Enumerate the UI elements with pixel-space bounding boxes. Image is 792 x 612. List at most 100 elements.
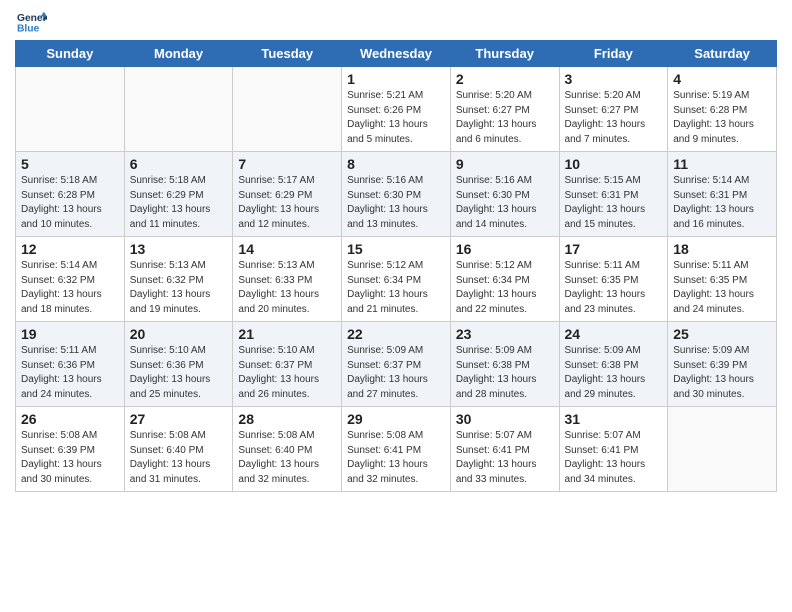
- day-number: 11: [673, 156, 771, 172]
- day-number: 26: [21, 411, 119, 427]
- day-number: 30: [456, 411, 554, 427]
- calendar-cell: 7 Sunrise: 5:17 AM Sunset: 6:29 PM Daylig…: [233, 152, 342, 237]
- calendar-cell: 15Sunrise: 5:12 AM Sunset: 6:34 PM Dayli…: [342, 237, 451, 322]
- calendar-cell: 29 Sunrise: 5:08 AM Sunset: 6:41 PM Dayli…: [342, 407, 451, 492]
- day-info: Sunrise: 5:15 AM Sunset: 6:31 PM Dayligh…: [565, 174, 663, 232]
- day-number: 7: [238, 156, 336, 172]
- calendar-cell: 5 Sunrise: 5:18 AM Sunset: 6:28 PM Daylig…: [16, 152, 125, 237]
- day-number: 29: [347, 411, 445, 427]
- day-info: Sunrise: 5:11 AM Sunset: 6:36 PM Dayligh…: [21, 344, 119, 402]
- day-number: 23: [456, 326, 554, 342]
- calendar-cell: 19 Sunrise: 5:11 AM Sunset: 6:36 PM Dayli…: [16, 322, 125, 407]
- calendar-week-row: 1Sunrise: 5:21 AM Sunset: 6:26 PM Daylig…: [16, 67, 777, 152]
- calendar-cell: [668, 407, 777, 492]
- day-number: 18: [673, 241, 771, 257]
- calendar-cell: 22 Sunrise: 5:09 AM Sunset: 6:37 PM Dayli…: [342, 322, 451, 407]
- day-info: Sunrise: 5:13 AM Sunset: 6:32 PM Dayligh…: [130, 259, 228, 317]
- calendar-cell: 1Sunrise: 5:21 AM Sunset: 6:26 PM Daylig…: [342, 67, 451, 152]
- calendar-cell: 23 Sunrise: 5:09 AM Sunset: 6:38 PM Dayli…: [450, 322, 559, 407]
- day-info: Sunrise: 5:11 AM Sunset: 6:35 PM Dayligh…: [673, 259, 771, 317]
- day-number: 5: [21, 156, 119, 172]
- day-of-week-monday: Monday: [124, 41, 233, 67]
- day-info: Sunrise: 5:09 AM Sunset: 6:38 PM Dayligh…: [456, 344, 554, 402]
- day-info: Sunrise: 5:10 AM Sunset: 6:36 PM Dayligh…: [130, 344, 228, 402]
- day-info: Sunrise: 5:21 AM Sunset: 6:26 PM Dayligh…: [347, 89, 445, 147]
- day-number: 2: [456, 71, 554, 87]
- day-number: 12: [21, 241, 119, 257]
- day-info: Sunrise: 5:10 AM Sunset: 6:37 PM Dayligh…: [238, 344, 336, 402]
- day-info: Sunrise: 5:11 AM Sunset: 6:35 PM Dayligh…: [565, 259, 663, 317]
- calendar-cell: 12 Sunrise: 5:14 AM Sunset: 6:32 PM Dayli…: [16, 237, 125, 322]
- day-of-week-sunday: Sunday: [16, 41, 125, 67]
- calendar-cell: 18 Sunrise: 5:11 AM Sunset: 6:35 PM Dayli…: [668, 237, 777, 322]
- day-info: Sunrise: 5:19 AM Sunset: 6:28 PM Dayligh…: [673, 89, 771, 147]
- day-info: Sunrise: 5:18 AM Sunset: 6:29 PM Dayligh…: [130, 174, 228, 232]
- day-number: 31: [565, 411, 663, 427]
- day-number: 8: [347, 156, 445, 172]
- calendar-week-row: 12 Sunrise: 5:14 AM Sunset: 6:32 PM Dayli…: [16, 237, 777, 322]
- calendar-cell: 2 Sunrise: 5:20 AM Sunset: 6:27 PM Daylig…: [450, 67, 559, 152]
- calendar-cell: 10 Sunrise: 5:15 AM Sunset: 6:31 PM Dayli…: [559, 152, 668, 237]
- day-number: 16: [456, 241, 554, 257]
- day-info: Sunrise: 5:09 AM Sunset: 6:38 PM Dayligh…: [565, 344, 663, 402]
- day-info: Sunrise: 5:08 AM Sunset: 6:40 PM Dayligh…: [238, 429, 336, 487]
- calendar-cell: 27 Sunrise: 5:08 AM Sunset: 6:40 PM Dayli…: [124, 407, 233, 492]
- day-info: Sunrise: 5:14 AM Sunset: 6:32 PM Dayligh…: [21, 259, 119, 317]
- calendar-cell: 4 Sunrise: 5:19 AM Sunset: 6:28 PM Daylig…: [668, 67, 777, 152]
- day-info: Sunrise: 5:18 AM Sunset: 6:28 PM Dayligh…: [21, 174, 119, 232]
- day-number: 6: [130, 156, 228, 172]
- header: General Blue: [15, 10, 777, 34]
- day-info: Sunrise: 5:08 AM Sunset: 6:39 PM Dayligh…: [21, 429, 119, 487]
- day-number: 20: [130, 326, 228, 342]
- day-info: Sunrise: 5:17 AM Sunset: 6:29 PM Dayligh…: [238, 174, 336, 232]
- svg-text:Blue: Blue: [17, 23, 40, 34]
- day-number: 10: [565, 156, 663, 172]
- calendar-cell: 8 Sunrise: 5:16 AM Sunset: 6:30 PM Daylig…: [342, 152, 451, 237]
- day-number: 4: [673, 71, 771, 87]
- day-number: 3: [565, 71, 663, 87]
- calendar-cell: 3 Sunrise: 5:20 AM Sunset: 6:27 PM Daylig…: [559, 67, 668, 152]
- day-info: Sunrise: 5:09 AM Sunset: 6:39 PM Dayligh…: [673, 344, 771, 402]
- calendar-cell: 11 Sunrise: 5:14 AM Sunset: 6:31 PM Dayli…: [668, 152, 777, 237]
- calendar-cell: 25 Sunrise: 5:09 AM Sunset: 6:39 PM Dayli…: [668, 322, 777, 407]
- day-info: Sunrise: 5:20 AM Sunset: 6:27 PM Dayligh…: [456, 89, 554, 147]
- day-info: Sunrise: 5:13 AM Sunset: 6:33 PM Dayligh…: [238, 259, 336, 317]
- day-info: Sunrise: 5:07 AM Sunset: 6:41 PM Dayligh…: [456, 429, 554, 487]
- day-info: Sunrise: 5:08 AM Sunset: 6:41 PM Dayligh…: [347, 429, 445, 487]
- day-number: 27: [130, 411, 228, 427]
- calendar-week-row: 19 Sunrise: 5:11 AM Sunset: 6:36 PM Dayli…: [16, 322, 777, 407]
- calendar-cell: 6 Sunrise: 5:18 AM Sunset: 6:29 PM Daylig…: [124, 152, 233, 237]
- day-number: 25: [673, 326, 771, 342]
- calendar-cell: 24Sunrise: 5:09 AM Sunset: 6:38 PM Dayli…: [559, 322, 668, 407]
- day-of-week-wednesday: Wednesday: [342, 41, 451, 67]
- calendar-cell: 13 Sunrise: 5:13 AM Sunset: 6:32 PM Dayli…: [124, 237, 233, 322]
- calendar-week-row: 26 Sunrise: 5:08 AM Sunset: 6:39 PM Dayli…: [16, 407, 777, 492]
- calendar-cell: 9Sunrise: 5:16 AM Sunset: 6:30 PM Daylig…: [450, 152, 559, 237]
- day-info: Sunrise: 5:16 AM Sunset: 6:30 PM Dayligh…: [347, 174, 445, 232]
- day-of-week-tuesday: Tuesday: [233, 41, 342, 67]
- calendar-cell: 21 Sunrise: 5:10 AM Sunset: 6:37 PM Dayli…: [233, 322, 342, 407]
- day-info: Sunrise: 5:08 AM Sunset: 6:40 PM Dayligh…: [130, 429, 228, 487]
- day-number: 21: [238, 326, 336, 342]
- day-info: Sunrise: 5:12 AM Sunset: 6:34 PM Dayligh…: [456, 259, 554, 317]
- logo: General Blue: [15, 10, 49, 34]
- day-number: 13: [130, 241, 228, 257]
- day-info: Sunrise: 5:09 AM Sunset: 6:37 PM Dayligh…: [347, 344, 445, 402]
- day-number: 19: [21, 326, 119, 342]
- day-info: Sunrise: 5:20 AM Sunset: 6:27 PM Dayligh…: [565, 89, 663, 147]
- calendar-cell: 16 Sunrise: 5:12 AM Sunset: 6:34 PM Dayli…: [450, 237, 559, 322]
- day-of-week-friday: Friday: [559, 41, 668, 67]
- day-info: Sunrise: 5:16 AM Sunset: 6:30 PM Dayligh…: [456, 174, 554, 232]
- calendar-table: SundayMondayTuesdayWednesdayThursdayFrid…: [15, 40, 777, 492]
- day-number: 28: [238, 411, 336, 427]
- calendar-cell: 20 Sunrise: 5:10 AM Sunset: 6:36 PM Dayli…: [124, 322, 233, 407]
- day-number: 14: [238, 241, 336, 257]
- day-info: Sunrise: 5:14 AM Sunset: 6:31 PM Dayligh…: [673, 174, 771, 232]
- day-of-week-thursday: Thursday: [450, 41, 559, 67]
- calendar-cell: 30 Sunrise: 5:07 AM Sunset: 6:41 PM Dayli…: [450, 407, 559, 492]
- calendar-cell: 28 Sunrise: 5:08 AM Sunset: 6:40 PM Dayli…: [233, 407, 342, 492]
- logo-icon: General Blue: [17, 10, 47, 34]
- day-number: 22: [347, 326, 445, 342]
- calendar-header-row: SundayMondayTuesdayWednesdayThursdayFrid…: [16, 41, 777, 67]
- calendar-cell: 17Sunrise: 5:11 AM Sunset: 6:35 PM Dayli…: [559, 237, 668, 322]
